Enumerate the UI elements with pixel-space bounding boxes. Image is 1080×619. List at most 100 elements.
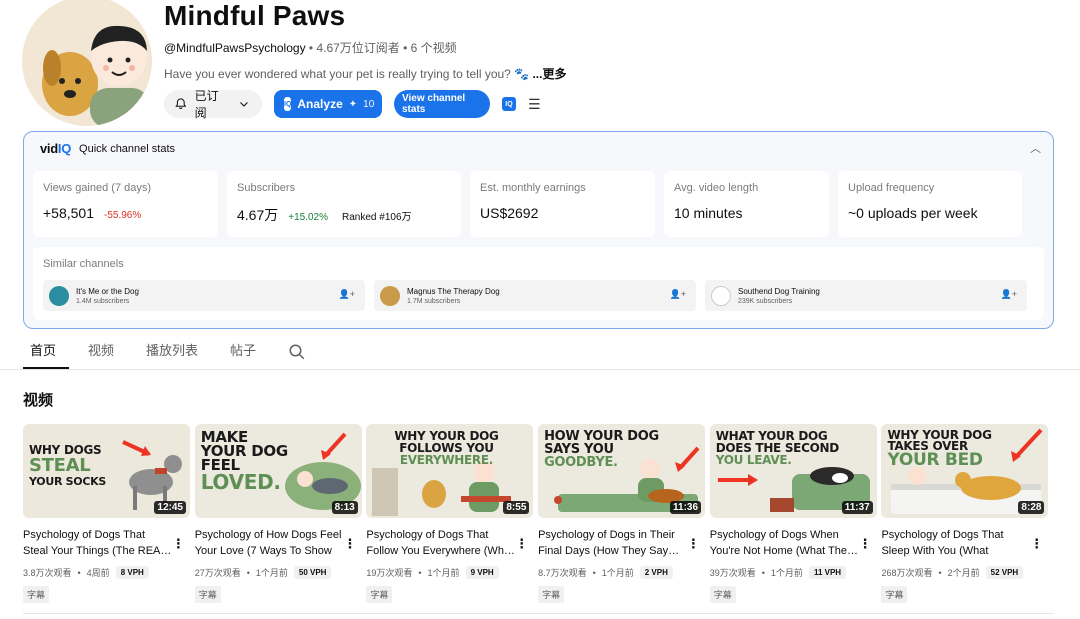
similar-channel-item[interactable]: It's Me or the Dog 1.4M subscribers 👤+ bbox=[43, 280, 365, 311]
thumbnail-text: WHY YOUR DOG FOLLOWS YOU EVERYWHERE. bbox=[394, 429, 499, 467]
captions-badge: 字幕 bbox=[23, 586, 50, 603]
subscribers-change: +15.02% bbox=[288, 212, 329, 223]
avatar bbox=[49, 285, 69, 306]
channel-description-text: Have you ever wondered what your pet is … bbox=[164, 67, 530, 81]
captions-badge: 字幕 bbox=[538, 586, 565, 603]
channel-sub-count: • 4.67万位订阅者 • 6 个视频 bbox=[305, 41, 457, 55]
channel-handle[interactable]: @MindfulPawsPsychology bbox=[164, 41, 306, 55]
vph-badge: 9 VPH bbox=[465, 566, 499, 579]
views-change: -55.96% bbox=[104, 210, 142, 221]
vph-badge: 52 VPH bbox=[985, 566, 1024, 579]
panel-header: vidIQ Quick channel stats bbox=[40, 141, 175, 156]
vph-badge: 50 VPH bbox=[293, 566, 332, 579]
video-duration: 12:45 bbox=[154, 501, 186, 514]
tab-posts[interactable]: 帖子 bbox=[230, 341, 256, 369]
tabs-divider bbox=[0, 369, 1080, 370]
vidiq-stats-panel: vidIQ Quick channel stats ︿ Views gained… bbox=[23, 131, 1054, 329]
stats-row: Views gained (7 days) +58,501 -55.96% Sub… bbox=[33, 171, 1022, 237]
video-card[interactable]: WHAT YOUR DOG DOES THE SECOND YOU LEAVE. 1… bbox=[709, 424, 878, 603]
video-title[interactable]: Psychology of How Dogs Feel Your Love (7… bbox=[195, 527, 345, 559]
sparkle-icon: ✦ bbox=[348, 98, 358, 110]
similar-channel-item[interactable]: Magnus The Therapy Dog 1.7M subscribers 👤… bbox=[374, 280, 696, 311]
video-title[interactable]: Psychology of Dogs in Their Final Days (… bbox=[538, 527, 688, 559]
add-user-icon[interactable]: 👤+ bbox=[670, 289, 686, 300]
tab-home[interactable]: 首页 bbox=[30, 341, 56, 369]
video-card[interactable]: WHY DOGS STEAL YOUR SOCKS 12:45 Psychology… bbox=[23, 424, 191, 603]
video-duration: 11:37 bbox=[841, 501, 873, 514]
analyze-button[interactable]: IQ Analyze ✦ 10 bbox=[274, 90, 382, 118]
video-title[interactable]: Psychology of Dogs That Sleep With You (… bbox=[881, 527, 1031, 559]
panel-title: Quick channel stats bbox=[79, 142, 176, 155]
vidiq-icon[interactable]: IQ bbox=[502, 97, 516, 111]
more-vert-icon[interactable]: ⋮ bbox=[687, 536, 700, 552]
vidiq-icon: IQ bbox=[284, 97, 292, 111]
add-user-icon[interactable]: 👤+ bbox=[1001, 289, 1017, 300]
video-card[interactable]: WHY YOUR DOG TAKES OVER YOUR BED 8:28 Psyc… bbox=[881, 424, 1049, 603]
video-meta: 39万次观看 • 1个月前 11 VPH bbox=[710, 566, 878, 579]
vph-badge: 11 VPH bbox=[808, 566, 847, 579]
channel-meta: @MindfulPawsPsychology • 4.67万位订阅者 • 6 个… bbox=[164, 39, 457, 56]
subscribed-label: 已订阅 bbox=[194, 89, 219, 120]
subscribed-button[interactable]: 已订阅 bbox=[164, 89, 262, 120]
vidiq-logo: vidIQ bbox=[40, 141, 72, 156]
video-meta: 8.7万次观看 • 1个月前 2 VPH bbox=[538, 566, 706, 579]
video-card[interactable]: MAKE YOUR DOG FEEL LOVED. 8:13 Psychology o… bbox=[194, 424, 363, 603]
similar-channels: Similar channels It's Me or the Dog 1.4M … bbox=[33, 247, 1044, 320]
more-vert-icon[interactable]: ⋮ bbox=[172, 536, 185, 552]
analyze-count: 10 bbox=[363, 98, 375, 110]
similar-channels-label: Similar channels bbox=[43, 258, 124, 270]
video-duration: 8:28 bbox=[1018, 501, 1045, 514]
video-duration: 8:55 bbox=[503, 501, 530, 514]
video-thumbnail[interactable]: HOW YOUR DOG SAYS YOU GOODBYE. 11:36 bbox=[538, 424, 706, 518]
channel-tabs: 首页 视频 播放列表 帖子 bbox=[30, 341, 306, 369]
bell-icon bbox=[175, 98, 187, 109]
section-title: 视频 bbox=[23, 392, 54, 409]
stat-avg-video-length: Avg. video length 10 minutes bbox=[664, 171, 829, 237]
more-vert-icon[interactable]: ⋮ bbox=[858, 536, 871, 552]
video-thumbnail[interactable]: WHY YOUR DOG FOLLOWS YOU EVERYWHERE. 8:55 bbox=[366, 424, 534, 518]
search-icon[interactable] bbox=[288, 343, 306, 361]
avatar bbox=[711, 285, 731, 306]
menu-icon[interactable]: ☰ bbox=[528, 96, 541, 113]
video-title[interactable]: Psychology of Dogs That Steal Your Thing… bbox=[23, 527, 173, 559]
video-title[interactable]: Psychology of Dogs That Follow You Every… bbox=[366, 527, 516, 559]
channel-actions: 已订阅 IQ Analyze ✦ 10 View channel stats I… bbox=[164, 89, 541, 120]
channel-description[interactable]: Have you ever wondered what your pet is … bbox=[164, 65, 566, 82]
stat-upload-frequency: Upload frequency ~0 uploads per week bbox=[838, 171, 1022, 237]
video-thumbnail[interactable]: WHY DOGS STEAL YOUR SOCKS 12:45 bbox=[23, 424, 190, 518]
collapse-chevron-icon[interactable]: ︿ bbox=[1030, 140, 1041, 156]
more-vert-icon[interactable]: ⋮ bbox=[1030, 536, 1043, 552]
video-thumbnail[interactable]: WHAT YOUR DOG DOES THE SECOND YOU LEAVE. 1… bbox=[709, 424, 877, 518]
stat-views-gained: Views gained (7 days) +58,501 -55.96% bbox=[33, 171, 218, 237]
video-thumbnail[interactable]: MAKE YOUR DOG FEEL LOVED. 8:13 bbox=[194, 424, 362, 518]
tab-playlists[interactable]: 播放列表 bbox=[146, 341, 198, 369]
video-meta: 19万次观看 • 1个月前 9 VPH bbox=[366, 566, 534, 579]
vph-badge: 2 VPH bbox=[639, 566, 673, 579]
stat-monthly-earnings: Est. monthly earnings US$2692 bbox=[470, 171, 655, 237]
video-meta: 3.8万次观看 • 4周前 8 VPH bbox=[23, 566, 191, 579]
video-title[interactable]: Psychology of Dogs When You're Not Home … bbox=[710, 527, 860, 559]
channel-avatar-illustration bbox=[22, 0, 152, 126]
more-vert-icon[interactable]: ⋮ bbox=[343, 536, 356, 552]
video-thumbnail[interactable]: WHY YOUR DOG TAKES OVER YOUR BED 8:28 bbox=[881, 424, 1049, 518]
video-meta: 27万次观看 • 1个月前 50 VPH bbox=[195, 566, 363, 579]
video-meta: 268万次观看 • 2个月前 52 VPH bbox=[881, 566, 1049, 579]
thumbnail-text: WHY DOGS STEAL YOUR SOCKS bbox=[29, 443, 106, 489]
analyze-label: Analyze bbox=[297, 97, 343, 111]
more-vert-icon[interactable]: ⋮ bbox=[515, 536, 528, 552]
stat-subscribers: Subscribers 4.67万 +15.02% Ranked #106万 bbox=[227, 171, 461, 237]
video-card[interactable]: WHY YOUR DOG FOLLOWS YOU EVERYWHERE. 8:55 … bbox=[366, 424, 534, 603]
thumbnail-text: HOW YOUR DOG SAYS YOU GOODBYE. bbox=[544, 429, 659, 470]
video-card[interactable]: HOW YOUR DOG SAYS YOU GOODBYE. 11:36 Psych… bbox=[538, 424, 706, 603]
view-channel-stats-button[interactable]: View channel stats bbox=[394, 90, 490, 118]
avatar bbox=[380, 285, 400, 306]
video-duration: 11:36 bbox=[670, 501, 702, 514]
more-link[interactable]: ...更多 bbox=[529, 67, 566, 81]
bottom-divider bbox=[23, 613, 1054, 614]
add-user-icon[interactable]: 👤+ bbox=[339, 289, 355, 300]
subscribers-rank: Ranked #106万 bbox=[342, 212, 412, 223]
tab-videos[interactable]: 视频 bbox=[88, 341, 114, 369]
similar-channel-item[interactable]: Southend Dog Training 239K subscribers 👤+ bbox=[705, 280, 1027, 311]
captions-badge: 字幕 bbox=[366, 586, 393, 603]
channel-avatar[interactable] bbox=[22, 0, 152, 126]
